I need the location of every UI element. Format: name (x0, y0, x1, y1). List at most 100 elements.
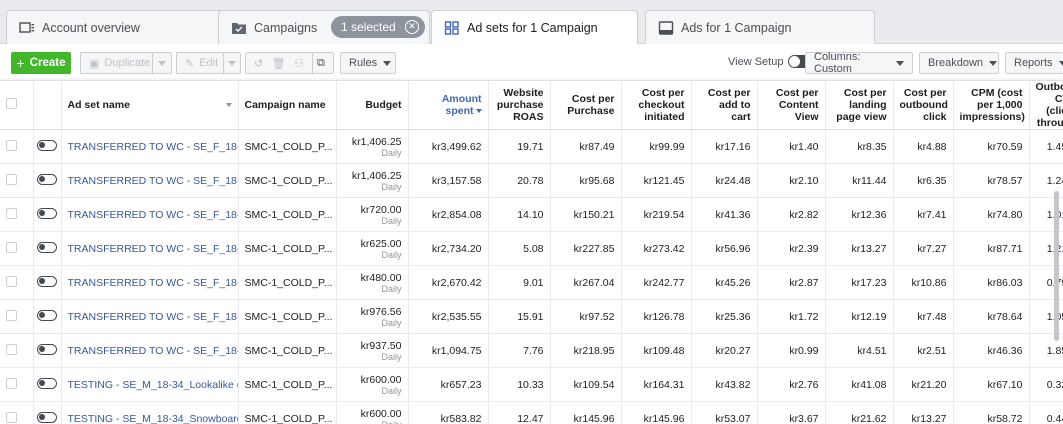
select-all-checkbox[interactable] (6, 98, 17, 109)
ad-set-name-link[interactable]: TRANSFERRED TO WC - SE_F_18-34... (61, 129, 239, 164)
row-toggle-cell[interactable] (33, 197, 62, 232)
breakdown-button[interactable]: Breakdown (919, 52, 999, 74)
row-checkbox[interactable] (6, 207, 17, 219)
row-select-cell[interactable] (0, 197, 34, 232)
campaign-name-cell: SMC-1_COLD_P... (238, 231, 337, 266)
budget-cell[interactable]: kr720.00 Daily (336, 197, 409, 232)
table-row[interactable]: TRANSFERRED TO WC - SE_F_18-34...SMC-1_C… (0, 333, 1063, 368)
ad-set-name-link[interactable]: TESTING - SE_M_18-34_Lookalike (S... (61, 367, 239, 402)
table-row[interactable]: TESTING - SE_M_18-34_Snowboardi... SMC-1_… (0, 401, 1063, 424)
ad-set-toggle[interactable] (37, 241, 57, 253)
row-toggle-cell[interactable] (33, 163, 62, 198)
row-select-cell[interactable] (0, 231, 34, 266)
row-select-cell[interactable] (0, 129, 34, 164)
create-button[interactable]: + Create (11, 52, 71, 74)
row-select-cell[interactable] (0, 265, 34, 300)
row-toggle-cell[interactable] (33, 129, 62, 164)
ad-set-toggle[interactable] (37, 377, 57, 389)
rules-button[interactable]: Rules (340, 52, 396, 74)
tab-ads[interactable]: Ads for 1 Campaign (645, 10, 875, 44)
header-cost-per-add-to-cart[interactable]: Cost per add to cart (691, 81, 758, 130)
budget-cell[interactable]: kr1,406.25 Daily (336, 163, 409, 198)
duplicate-button[interactable]: ▣ Duplicate (80, 52, 153, 74)
row-toggle-cell[interactable] (33, 299, 62, 334)
budget-cell[interactable]: kr600.00Daily (336, 401, 409, 424)
row-select-cell[interactable] (0, 163, 34, 198)
trash-icon[interactable]: 🗑 (272, 57, 286, 70)
budget-cell[interactable]: kr480.00 Daily (336, 265, 409, 300)
row-toggle-cell[interactable] (33, 401, 62, 424)
tab-account-overview[interactable]: Account overview (6, 10, 232, 44)
vertical-scrollbar[interactable] (1054, 191, 1059, 341)
ad-set-name-link[interactable]: TRANSFERRED TO WC - SE_F_18-34... (61, 265, 239, 300)
row-checkbox[interactable] (6, 377, 17, 389)
ad-set-name-link[interactable]: TRANSFERRED TO WC - SE_F_18-34... (61, 299, 239, 334)
header-ad-set-name[interactable]: Ad set name (61, 81, 239, 130)
row-checkbox[interactable] (6, 173, 17, 185)
ad-set-toggle[interactable] (37, 309, 57, 321)
cpoc-cell: kr7.41 (893, 197, 954, 232)
row-toggle-cell[interactable] (33, 265, 62, 300)
row-toggle-cell[interactable] (33, 367, 62, 402)
row-toggle-cell[interactable] (33, 333, 62, 368)
table-row[interactable]: TRANSFERRED TO WC - SE_F_18-34...SMC-1_C… (0, 197, 1063, 232)
ad-set-name-link[interactable]: TRANSFERRED TO WC - SE_F_18-34... (61, 333, 239, 368)
table-row[interactable]: TRANSFERRED TO WC - SE_F_18-34...SMC-1_C… (0, 163, 1063, 198)
budget-cell[interactable]: kr937.50 Daily (336, 333, 409, 368)
ad-set-toggle[interactable] (37, 411, 57, 423)
ad-set-name-link[interactable]: TRANSFERRED TO WC - SE_F_18-34... (61, 197, 239, 232)
ad-set-toggle[interactable] (37, 343, 57, 355)
row-checkbox[interactable] (6, 343, 17, 355)
budget-cell[interactable]: kr625.00 Daily (336, 231, 409, 266)
ad-set-name-link[interactable]: TESTING - SE_M_18-34_Snowboardi... (61, 401, 239, 424)
view-setup[interactable]: View Setup (728, 55, 813, 68)
budget-cell[interactable]: kr600.00Daily (336, 367, 409, 402)
row-select-cell[interactable] (0, 367, 34, 402)
header-cost-per-outbound-click[interactable]: Cost per outbound click (893, 81, 954, 130)
row-checkbox[interactable] (6, 411, 17, 423)
row-checkbox[interactable] (6, 139, 17, 151)
header-budget[interactable]: Budget (336, 81, 409, 130)
header-cost-per-content-view[interactable]: Cost per Content View (757, 81, 826, 130)
ad-set-name-link[interactable]: TRANSFERRED TO WC - SE_F_18-34... (61, 163, 239, 198)
row-select-cell[interactable] (0, 299, 34, 334)
table-row[interactable]: TRANSFERRED TO WC - SE_F_18-34...SMC-1_C… (0, 265, 1063, 300)
ad-set-toggle[interactable] (37, 207, 57, 219)
header-cost-per-checkout[interactable]: Cost per checkout initiated (621, 81, 692, 130)
header-cost-per-landing-page-view[interactable]: Cost per landing page view (825, 81, 894, 130)
ad-set-name-link[interactable]: TRANSFERRED TO WC - SE_F_18-34... (61, 231, 239, 266)
header-outbound-ctr[interactable]: Outbound CTR (click-through (1029, 81, 1063, 130)
table-row[interactable]: TRANSFERRED TO WC - SE_F_18-34...SMC-1_C… (0, 231, 1063, 266)
row-toggle-cell[interactable] (33, 231, 62, 266)
header-campaign-name[interactable]: Campaign name (238, 81, 337, 130)
budget-cell[interactable]: kr1,406.25 Daily (336, 129, 409, 164)
header-cost-per-purchase[interactable]: Cost per Purchase (550, 81, 622, 130)
budget-cell[interactable]: kr976.56 Daily (336, 299, 409, 334)
row-select-cell[interactable] (0, 333, 34, 368)
duplicate-menu-button[interactable] (152, 52, 172, 74)
edit-menu-button[interactable] (223, 52, 241, 74)
select-all-cell[interactable] (0, 81, 34, 130)
preview-button[interactable]: ⧉ (312, 52, 334, 74)
header-amount-spent[interactable]: Amount spent (408, 81, 489, 130)
row-checkbox[interactable] (6, 241, 17, 253)
undo-icon[interactable]: ↺ (254, 57, 263, 70)
tab-ad-sets[interactable]: Ad sets for 1 Campaign (431, 10, 638, 45)
row-checkbox[interactable] (6, 309, 17, 321)
row-checkbox[interactable] (6, 275, 17, 287)
edit-button[interactable]: ✎ Edit (176, 52, 224, 74)
columns-button[interactable]: Columns: Custom (805, 51, 913, 75)
header-roas[interactable]: Website purchase ROAS (488, 81, 551, 130)
reports-button[interactable]: Reports (1005, 52, 1063, 74)
ad-set-toggle[interactable] (37, 275, 57, 287)
table-row[interactable]: TRANSFERRED TO WC - SE_F_18-34...SMC-1_C… (0, 129, 1063, 164)
tag-icon[interactable]: ⚇ (294, 57, 304, 70)
table-row[interactable]: TESTING - SE_M_18-34_Lookalike (S... SMC-… (0, 367, 1063, 402)
table-row[interactable]: TRANSFERRED TO WC - SE_F_18-34...SMC-1_C… (0, 299, 1063, 334)
ad-set-toggle[interactable] (37, 139, 57, 151)
clear-selection-icon[interactable]: ✕ (405, 20, 419, 34)
header-cpm[interactable]: CPM (cost per 1,000 impressions) (953, 81, 1030, 130)
selected-pill[interactable]: 1 selected ✕ (331, 16, 425, 38)
row-select-cell[interactable] (0, 401, 34, 424)
ad-set-toggle[interactable] (37, 173, 57, 185)
